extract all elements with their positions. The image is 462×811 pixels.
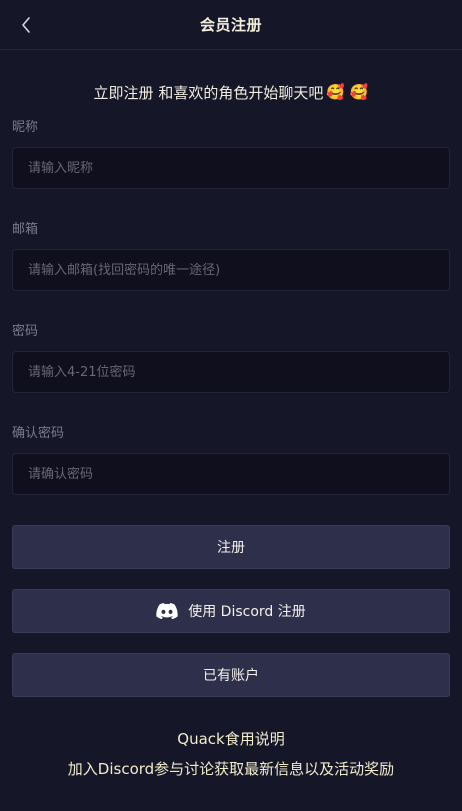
password-input[interactable] — [12, 351, 450, 393]
confirm-password-input[interactable] — [12, 453, 450, 495]
email-label: 邮箱 — [12, 222, 39, 237]
intro-emojis: 🥰 🥰 — [326, 83, 369, 101]
back-button[interactable] — [12, 10, 40, 40]
register-button-label: 注册 — [217, 540, 245, 556]
discord-register-button[interactable]: 使用 Discord 注册 — [12, 589, 450, 633]
email-input[interactable] — [12, 249, 450, 291]
chevron-left-icon — [22, 17, 30, 33]
register-button[interactable]: 注册 — [12, 525, 450, 569]
top-bar: 会员注册 — [0, 0, 462, 50]
have-account-button[interactable]: 已有账户 — [12, 653, 450, 697]
password-label: 密码 — [12, 324, 39, 339]
discord-join-link[interactable]: 加入Discord参与讨论获取最新信息以及活动奖励 — [0, 756, 462, 780]
page-title: 会员注册 — [199, 16, 262, 34]
confirm-password-label: 确认密码 — [12, 426, 65, 441]
discord-register-label: 使用 Discord 注册 — [188, 604, 306, 620]
intro-message: 立即注册 和喜欢的角色开始聊天吧 — [93, 83, 324, 102]
have-account-label: 已有账户 — [203, 668, 259, 684]
intro-text: 立即注册 和喜欢的角色开始聊天吧 🥰 🥰 — [0, 80, 462, 104]
guide-link[interactable]: Quack食用说明 — [0, 726, 462, 750]
nickname-label: 昵称 — [12, 120, 39, 135]
discord-icon — [156, 603, 178, 619]
nickname-input[interactable] — [12, 147, 450, 189]
